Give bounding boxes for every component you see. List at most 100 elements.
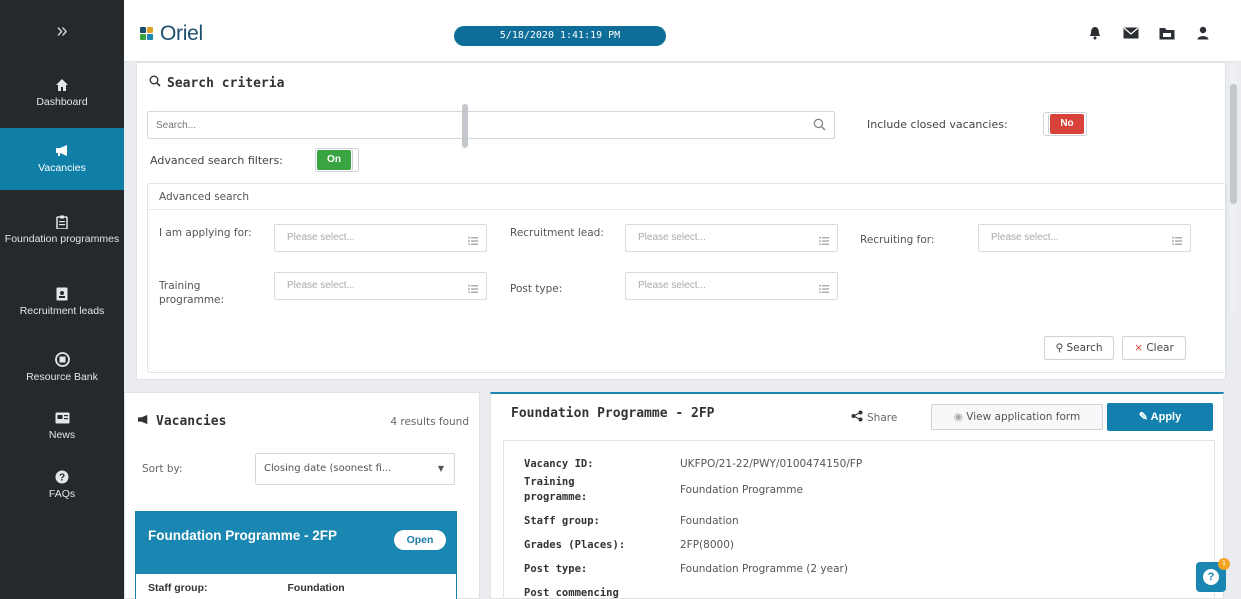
sidebar-item-resource-bank[interactable]: Resource Bank xyxy=(0,340,124,396)
toggle-knob xyxy=(352,150,357,170)
vacancy-card[interactable]: Foundation Programme - 2FP Open Staff gr… xyxy=(135,511,457,599)
scrollbar-thumb[interactable] xyxy=(1230,84,1237,204)
vacancy-detail-panel: Foundation Programme - 2FP Share ◉ View … xyxy=(490,392,1224,599)
sidebar-item-vacancies[interactable]: Vacancies xyxy=(0,128,124,190)
search-button-label: Search xyxy=(1066,342,1103,354)
results-count: 4 results found xyxy=(390,416,469,428)
toggle-knob xyxy=(1044,114,1049,134)
sidebar-toggle-button[interactable]: » xyxy=(0,0,124,62)
include-closed-label: Include closed vacancies: xyxy=(867,118,1008,131)
recruitment-lead-select[interactable]: Please select... xyxy=(625,224,838,252)
user-icon[interactable] xyxy=(1195,25,1211,41)
search-icon xyxy=(149,75,161,91)
logo-text: Oriel xyxy=(160,22,203,45)
chevron-down-icon: ▼ xyxy=(437,464,444,473)
vacancy-detail-body: Vacancy ID: UKFPO/21-22/PWY/0100474150/F… xyxy=(503,440,1215,599)
sidebar-item-label: Dashboard xyxy=(36,96,88,108)
select-placeholder: Please select... xyxy=(991,232,1059,243)
applying-for-select[interactable]: Please select... xyxy=(274,224,487,252)
sidebar: » Dashboard Vacancies Foundation program… xyxy=(0,0,124,599)
vacancies-title: Vacancies xyxy=(156,414,227,429)
advanced-filters-value: On xyxy=(317,150,351,170)
row-label: Staff group: xyxy=(148,582,208,594)
sort-value: Closing date (soonest fi... xyxy=(264,463,392,474)
vacancy-card-header: Foundation Programme - 2FP Open xyxy=(136,512,456,574)
sidebar-item-foundation-programmes[interactable]: Foundation programmes xyxy=(0,190,124,264)
sidebar-item-dashboard[interactable]: Dashboard xyxy=(0,62,124,124)
select-placeholder: Please select... xyxy=(638,232,706,243)
oriel-logo[interactable]: Oriel xyxy=(140,22,203,46)
apply-label: Apply xyxy=(1150,411,1182,423)
detail-value: Foundation Programme (2 year) xyxy=(680,563,848,575)
row-value: Foundation xyxy=(287,582,345,594)
megaphone-icon xyxy=(137,414,150,429)
sidebar-item-recruitment-leads[interactable]: Recruitment leads xyxy=(0,264,124,340)
top-header: Oriel 5/18/2020 1:41:19 PM xyxy=(124,0,1241,62)
apply-button[interactable]: ✎ Apply xyxy=(1107,403,1213,431)
status-badge: Open xyxy=(394,530,446,550)
include-closed-toggle[interactable]: No xyxy=(1043,112,1087,136)
recruiting-for-select[interactable]: Please select... xyxy=(978,224,1191,252)
select-placeholder: Please select... xyxy=(287,280,355,291)
detail-value: UKFPO/21-22/PWY/0100474150/FP xyxy=(680,458,863,470)
vacancy-card-title: Foundation Programme - 2FP xyxy=(148,528,338,543)
training-programme-select[interactable]: Please select... xyxy=(274,272,487,300)
vacancy-detail-title: Foundation Programme - 2FP xyxy=(511,406,715,421)
vacancies-heading: Vacancies xyxy=(137,414,226,429)
sidebar-item-label: News xyxy=(48,429,76,441)
sidebar-item-label: Resource Bank xyxy=(26,371,98,383)
view-application-form-button[interactable]: ◉ View application form xyxy=(931,404,1103,430)
detail-key: Staff group: xyxy=(524,515,600,527)
pencil-icon: ✎ xyxy=(1138,411,1148,423)
detail-key: Grades (Places): xyxy=(524,539,626,551)
sidebar-item-news[interactable]: News xyxy=(0,396,124,456)
advanced-filters-label: Advanced search filters: xyxy=(150,154,283,167)
sidebar-item-label: Foundation programmes xyxy=(4,233,120,245)
sort-select[interactable]: Closing date (soonest fi... ▼ xyxy=(255,453,455,485)
advanced-search-box: Advanced search I am applying for: Pleas… xyxy=(147,183,1227,373)
detail-value: Foundation xyxy=(680,515,739,527)
page-scrollbar[interactable] xyxy=(1230,64,1237,314)
mail-icon[interactable] xyxy=(1123,25,1139,41)
post-type-select[interactable]: Please select... xyxy=(625,272,838,300)
share-button[interactable]: Share xyxy=(851,410,897,425)
search-input[interactable] xyxy=(148,112,788,138)
detail-value: 2FP(8000) xyxy=(680,539,734,551)
sidebar-item-label: FAQs xyxy=(48,488,76,500)
filter-label-recruitment-lead: Recruitment lead: xyxy=(510,227,604,239)
megaphone-icon xyxy=(55,143,70,158)
header-icons xyxy=(1087,25,1211,41)
datetime-display: 5/18/2020 1:41:19 PM xyxy=(454,26,666,46)
advanced-search-heading: Advanced search xyxy=(148,184,1226,210)
sidebar-item-faqs[interactable]: ? FAQs xyxy=(0,456,124,514)
list-scrollbar-thumb[interactable] xyxy=(462,104,468,148)
share-icon xyxy=(851,410,863,425)
search-submit-icon[interactable] xyxy=(813,118,826,136)
search-button[interactable]: ⚲ Search xyxy=(1044,336,1114,360)
detail-key: Post type: xyxy=(524,563,588,575)
id-card-icon xyxy=(55,286,70,301)
vacancies-panel: Vacancies 4 results found Sort by: Closi… xyxy=(124,392,480,599)
help-button[interactable]: ? 1 xyxy=(1196,558,1230,592)
search-criteria-title: Search criteria xyxy=(167,75,285,91)
double-chevron-right-icon: » xyxy=(56,19,68,42)
sidebar-item-label: Recruitment leads xyxy=(19,305,105,317)
select-placeholder: Please select... xyxy=(287,232,355,243)
advanced-filters-toggle[interactable]: On xyxy=(315,148,359,172)
share-label: Share xyxy=(867,411,898,424)
list-icon xyxy=(819,281,829,293)
detail-key: Post commencing xyxy=(524,587,619,599)
bell-icon[interactable] xyxy=(1087,25,1103,41)
search-box xyxy=(147,111,835,139)
filter-label-training-programme: Training programme: xyxy=(159,280,225,306)
select-placeholder: Please select... xyxy=(638,280,706,291)
archive-icon xyxy=(54,352,70,367)
clear-button-label: Clear xyxy=(1146,342,1174,354)
clear-button[interactable]: × Clear xyxy=(1122,336,1186,360)
home-icon xyxy=(55,77,70,92)
folder-icon[interactable] xyxy=(1159,25,1175,41)
search-icon: ⚲ xyxy=(1055,342,1064,354)
vacancy-card-row: Staff group: Foundation xyxy=(136,574,456,599)
clipboard-icon xyxy=(55,214,70,229)
include-closed-value: No xyxy=(1050,114,1084,134)
